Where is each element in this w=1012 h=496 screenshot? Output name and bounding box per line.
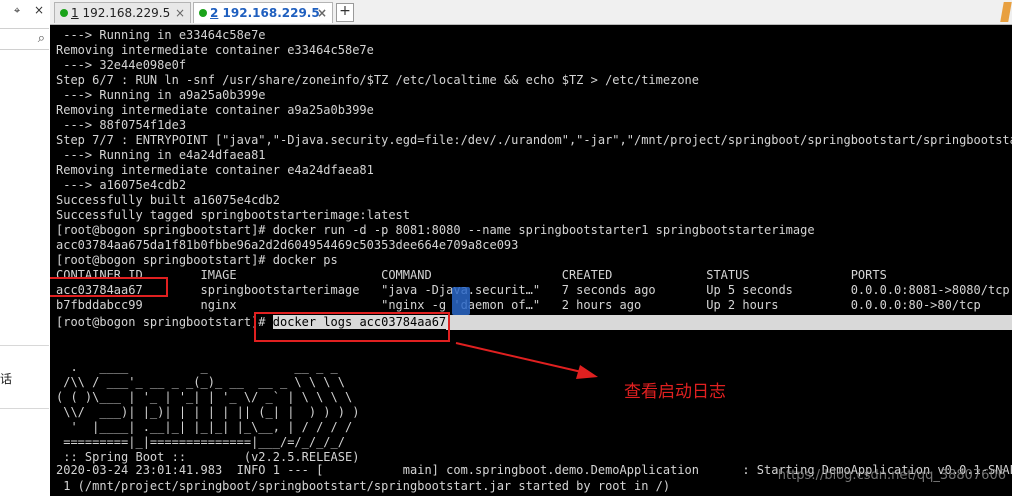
annotation-label: 查看启动日志 <box>624 382 726 402</box>
tab-close-icon[interactable]: × <box>175 3 185 23</box>
pin-icon[interactable]: ⌖ <box>14 4 20 18</box>
tab-number: 1 <box>71 6 79 20</box>
tab-number: 2 <box>210 6 219 20</box>
tab-title: 192.168.229.5 <box>82 6 171 20</box>
terminal-output[interactable]: ---> Running in e33464c58e7e Removing int… <box>50 25 1012 496</box>
annotation-arrow <box>455 342 598 379</box>
tab-title: 192.168.229.5 <box>222 6 320 20</box>
divider <box>0 345 49 346</box>
add-tab-button[interactable]: + <box>336 3 354 22</box>
connected-status-icon <box>199 9 207 17</box>
sidebar-label: 话 <box>0 372 13 386</box>
watermark: https://blog.csdn.net/qq_38807606 <box>777 468 1006 483</box>
sidebar-search-input[interactable]: ⌕ <box>0 28 49 50</box>
search-icon[interactable]: ⌕ <box>38 31 45 46</box>
divider <box>0 408 49 409</box>
tab-session-2[interactable]: 2 192.168.229.5 × <box>193 2 333 23</box>
session-tab-bar: 1 192.168.229.5 × 2 192.168.229.5 × + <box>50 0 1012 25</box>
connected-status-icon <box>60 9 68 17</box>
pencil-icon <box>1000 2 1012 22</box>
close-icon[interactable]: × <box>34 3 44 17</box>
tab-close-icon[interactable]: × <box>317 3 327 23</box>
session-sidebar: ⌖ × ⌕ 话 <box>0 0 51 496</box>
tab-session-1[interactable]: 1 192.168.229.5 × <box>54 2 191 23</box>
